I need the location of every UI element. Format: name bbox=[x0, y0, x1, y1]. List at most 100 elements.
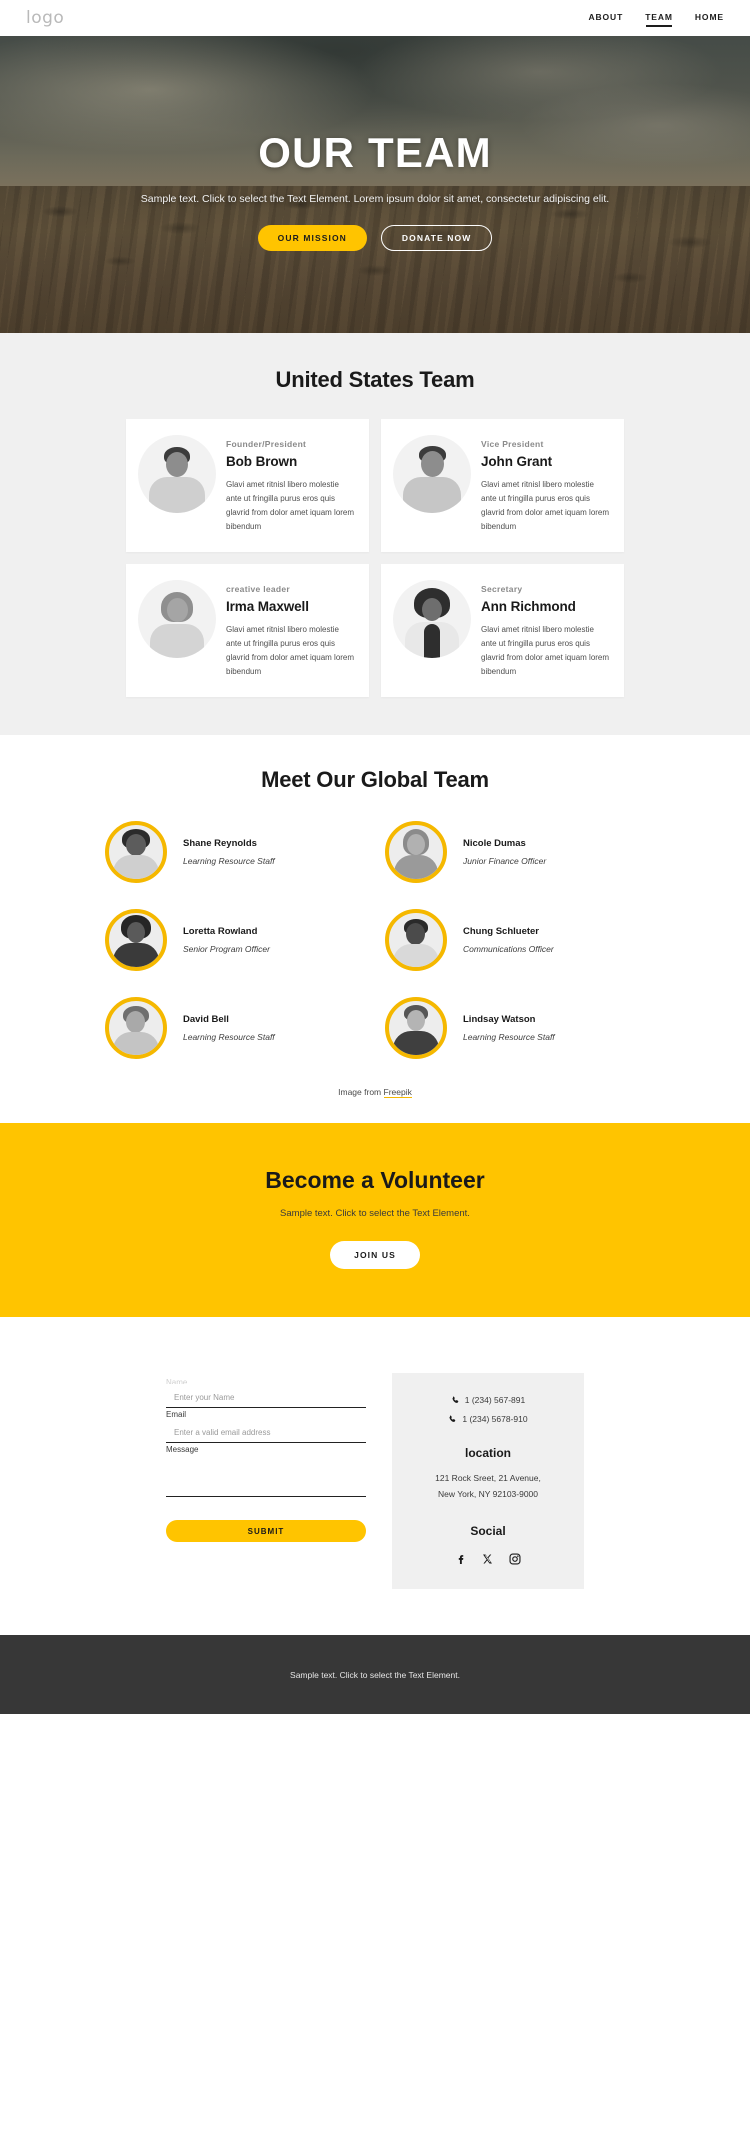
nav-item-team[interactable]: TEAM bbox=[645, 12, 673, 27]
team-card-description: Glavi amet ritnisl libero molestie ante … bbox=[481, 480, 610, 531]
site-header: logo ABOUT TEAM HOME bbox=[0, 0, 750, 36]
global-member-name: Loretta Rowland bbox=[183, 926, 258, 937]
donate-now-button[interactable]: DONATE NOW bbox=[380, 225, 493, 252]
phone-number-2: 1 (234) 5678-910 bbox=[462, 1414, 528, 1424]
hero-content: OUR TEAM Sample text. Click to select th… bbox=[0, 36, 750, 252]
global-member-name: Chung Schlueter bbox=[463, 926, 540, 937]
global-member-role: Junior Finance Officer bbox=[463, 856, 547, 866]
social-links bbox=[408, 1552, 568, 1565]
global-member[interactable]: Nicole Dumas Junior Finance Officer bbox=[385, 821, 645, 883]
site-footer: Sample text. Click to select the Text El… bbox=[0, 1635, 750, 1715]
hero-button-group: OUR MISSION DONATE NOW bbox=[0, 225, 750, 252]
avatar bbox=[138, 435, 216, 513]
email-field-group: Email bbox=[166, 1410, 366, 1443]
avatar bbox=[138, 580, 216, 658]
phone-row[interactable]: 1 (234) 567-891 bbox=[408, 1395, 568, 1405]
team-card[interactable]: Secretary Ann Richmond Glavi amet ritnis… bbox=[381, 564, 624, 697]
contact-section: Name Email Message SUBMIT 1 (234) 567-89… bbox=[0, 1317, 750, 1636]
our-mission-button[interactable]: OUR MISSION bbox=[257, 225, 367, 252]
footer-text: Sample text. Click to select the Text El… bbox=[290, 1669, 460, 1680]
global-member-name: Shane Reynolds bbox=[183, 838, 257, 849]
freepik-link[interactable]: Freepik bbox=[383, 1087, 412, 1098]
team-card-name: Ann Richmond bbox=[481, 599, 576, 614]
global-member[interactable]: Chung Schlueter Communications Officer bbox=[385, 909, 645, 971]
email-label: Email bbox=[166, 1410, 187, 1419]
team-card-description: Glavi amet ritnisl libero molestie ante … bbox=[226, 625, 355, 676]
avatar bbox=[105, 909, 167, 971]
global-member-name: Nicole Dumas bbox=[463, 838, 526, 849]
name-field-group: Name bbox=[166, 1379, 366, 1408]
message-label: Message bbox=[166, 1445, 199, 1454]
submit-button[interactable]: SUBMIT bbox=[166, 1520, 366, 1542]
team-card-role: Secretary bbox=[481, 584, 523, 594]
team-card-name: Irma Maxwell bbox=[226, 599, 309, 614]
avatar bbox=[393, 580, 471, 658]
global-member[interactable]: Lindsay Watson Learning Resource Staff bbox=[385, 997, 645, 1059]
phone-icon bbox=[452, 1396, 459, 1403]
phone-icon bbox=[449, 1415, 456, 1422]
site-logo[interactable]: logo bbox=[26, 8, 64, 28]
team-card-name: Bob Brown bbox=[226, 454, 298, 469]
image-credit-prefix: Image from bbox=[338, 1087, 384, 1097]
team-card-text: Secretary Ann Richmond Glavi amet ritnis… bbox=[481, 580, 610, 679]
avatar bbox=[385, 909, 447, 971]
united-states-team-section: United States Team Founder/President Bob… bbox=[0, 333, 750, 735]
name-input[interactable] bbox=[166, 1390, 366, 1408]
nav-item-about[interactable]: ABOUT bbox=[588, 12, 623, 25]
address: 121 Rock Sreet, 21 Avenue, New York, NY … bbox=[408, 1470, 568, 1502]
avatar bbox=[105, 821, 167, 883]
global-member-text: Chung Schlueter Communications Officer bbox=[463, 926, 554, 954]
global-member-role: Communications Officer bbox=[463, 944, 554, 954]
avatar bbox=[385, 821, 447, 883]
join-us-button[interactable]: JOIN US bbox=[330, 1241, 420, 1269]
phone-row[interactable]: 1 (234) 5678-910 bbox=[408, 1414, 568, 1424]
hero-section: OUR TEAM Sample text. Click to select th… bbox=[0, 36, 750, 333]
location-heading: location bbox=[464, 1446, 511, 1460]
team-card[interactable]: Founder/President Bob Brown Glavi amet r… bbox=[126, 419, 369, 552]
avatar bbox=[105, 997, 167, 1059]
volunteer-section: Become a Volunteer Sample text. Click to… bbox=[0, 1123, 750, 1317]
global-member-text: Shane Reynolds Learning Resource Staff bbox=[183, 838, 275, 866]
global-team-section: Meet Our Global Team Shane Reynolds Lear… bbox=[0, 735, 750, 1123]
avatar bbox=[385, 997, 447, 1059]
contact-form: Name Email Message SUBMIT bbox=[166, 1373, 366, 1589]
image-credit: Image from Freepik bbox=[0, 1087, 750, 1098]
team-card-role: Vice President bbox=[481, 439, 544, 449]
global-team-grid: Shane Reynolds Learning Resource Staff N… bbox=[105, 821, 645, 1059]
phone-number-1: 1 (234) 567-891 bbox=[464, 1395, 526, 1405]
global-member[interactable]: David Bell Learning Resource Staff bbox=[105, 997, 365, 1059]
volunteer-subtitle: Sample text. Click to select the Text El… bbox=[280, 1208, 470, 1219]
team-card-name: John Grant bbox=[481, 454, 553, 469]
global-member-name: David Bell bbox=[183, 1014, 229, 1025]
global-member-role: Learning Resource Staff bbox=[183, 856, 275, 866]
facebook-icon[interactable] bbox=[455, 1552, 466, 1565]
us-team-title: United States Team bbox=[275, 367, 475, 392]
team-card-description: Glavi amet ritnisl libero molestie ante … bbox=[226, 480, 355, 531]
global-member-name: Lindsay Watson bbox=[463, 1014, 536, 1025]
global-member[interactable]: Shane Reynolds Learning Resource Staff bbox=[105, 821, 365, 883]
social-heading: Social bbox=[470, 1524, 506, 1539]
message-field-group: Message bbox=[166, 1445, 366, 1502]
nav-item-home[interactable]: HOME bbox=[695, 12, 724, 25]
team-card[interactable]: creative leader Irma Maxwell Glavi amet … bbox=[126, 564, 369, 697]
global-member-text: Loretta Rowland Senior Program Officer bbox=[183, 926, 270, 954]
global-member[interactable]: Loretta Rowland Senior Program Officer bbox=[105, 909, 365, 971]
message-input[interactable] bbox=[166, 1457, 366, 1497]
global-member-text: David Bell Learning Resource Staff bbox=[183, 1014, 275, 1042]
hero-title: OUR TEAM bbox=[258, 129, 492, 176]
x-twitter-icon[interactable] bbox=[482, 1553, 493, 1565]
volunteer-title: Become a Volunteer bbox=[265, 1167, 485, 1193]
main-nav: ABOUT TEAM HOME bbox=[588, 12, 724, 27]
global-member-text: Nicole Dumas Junior Finance Officer bbox=[463, 838, 546, 866]
email-input[interactable] bbox=[166, 1425, 366, 1443]
team-card[interactable]: Vice President John Grant Glavi amet rit… bbox=[381, 419, 624, 552]
page-root: logo ABOUT TEAM HOME OUR TEAM Sample tex… bbox=[0, 0, 750, 1715]
name-label: Name bbox=[166, 1379, 188, 1384]
team-card-text: Vice President John Grant Glavi amet rit… bbox=[481, 435, 610, 534]
team-card-text: Founder/President Bob Brown Glavi amet r… bbox=[226, 435, 355, 534]
hero-subtitle: Sample text. Click to select the Text El… bbox=[140, 193, 610, 206]
instagram-icon[interactable] bbox=[509, 1553, 521, 1565]
global-member-text: Lindsay Watson Learning Resource Staff bbox=[463, 1014, 555, 1042]
contact-info-panel: 1 (234) 567-891 1 (234) 5678-910 locatio… bbox=[392, 1373, 584, 1590]
global-team-title: Meet Our Global Team bbox=[261, 767, 489, 792]
